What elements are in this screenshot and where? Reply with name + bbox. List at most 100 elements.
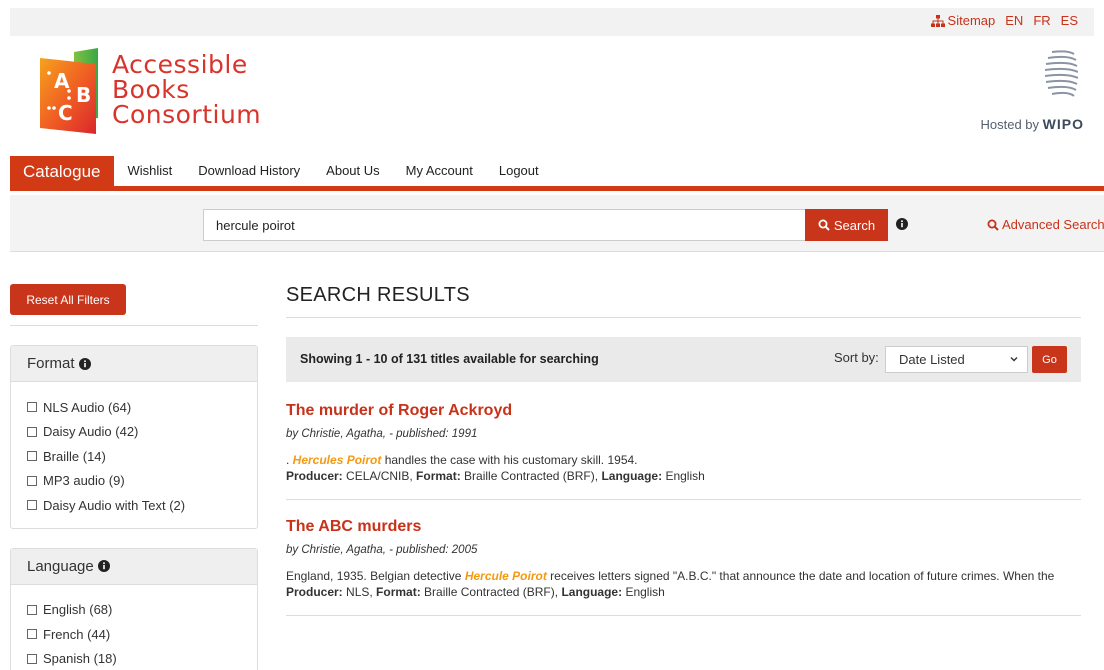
checkbox[interactable] <box>27 629 37 640</box>
checkbox[interactable] <box>27 604 37 615</box>
hosted-prefix: Hosted by <box>980 117 1040 132</box>
result-description: England, 1935. Belgian detective Hercule… <box>286 568 1081 584</box>
sitemap-icon <box>930 14 945 27</box>
format-label: Format: <box>416 469 461 483</box>
producer-value: CELA/CNIB, <box>342 469 417 483</box>
results-count: Showing 1 - 10 of 131 titles available f… <box>300 352 599 366</box>
nav-download-history[interactable]: Download History <box>198 163 300 186</box>
checkbox[interactable] <box>27 426 37 437</box>
nav-wishlist[interactable]: Wishlist <box>128 163 173 186</box>
sort-select-value: Date Listed <box>899 352 965 367</box>
logo-line-2: Books <box>112 75 190 104</box>
producer-label: Producer: <box>286 585 343 599</box>
sitemap-link[interactable]: Sitemap <box>930 13 996 28</box>
result-item: The murder of Roger Ackroyd by Christie,… <box>286 402 1081 500</box>
wipo-globe-icon <box>1044 50 1078 97</box>
page-title: SEARCH RESULTS <box>286 284 1081 318</box>
result-byline: by Christie, Agatha, - published: 2005 <box>286 544 478 556</box>
facet-format: Format NLS Audio (64) Daisy Audio (42) B… <box>10 345 258 529</box>
nav-logout[interactable]: Logout <box>499 163 539 186</box>
lang-fr-link[interactable]: FR <box>1033 13 1050 28</box>
format-value: Braille Contracted (BRF), <box>460 469 602 483</box>
language-value: English <box>662 469 705 483</box>
logo-letter-c: C <box>58 101 73 125</box>
facet-option-label: MP3 audio (9) <box>43 473 125 489</box>
logo-letter-a: A <box>54 69 70 93</box>
facet-option[interactable]: MP3 audio (9) <box>27 469 241 494</box>
desc-text: handles the case with his customary skil… <box>381 453 638 467</box>
sort-select[interactable]: Date Listed <box>885 346 1028 373</box>
sort-label: Sort by: <box>834 350 879 365</box>
result-title-link[interactable]: The murder of Roger Ackroyd <box>286 402 1081 420</box>
facet-option-label: Braille (14) <box>43 448 106 464</box>
info-icon[interactable] <box>896 218 908 230</box>
search-highlight: Hercules Poirot <box>292 453 382 467</box>
language-value: English <box>622 585 665 599</box>
logo-wordmark: Accessible Books Consortium <box>112 52 261 127</box>
abc-logo-mark: A B C <box>40 48 98 134</box>
result-metadata: Producer: CELA/CNIB, Format: Braille Con… <box>286 468 1081 484</box>
wipo-brand: WIPO <box>1042 116 1084 132</box>
info-icon[interactable] <box>78 357 91 370</box>
info-icon[interactable] <box>97 560 110 572</box>
utility-links: Sitemap EN FR ES <box>930 13 1078 28</box>
nav-about-us[interactable]: About Us <box>326 163 379 186</box>
main-nav: Catalogue Wishlist Download History Abou… <box>10 156 1104 191</box>
language-label: Language: <box>561 585 623 599</box>
search-band: Search Advanced Search <box>10 195 1104 252</box>
result-byline: by Christie, Agatha, - published: 1991 <box>286 428 478 440</box>
lang-en-link[interactable]: EN <box>1005 13 1023 28</box>
go-button[interactable]: Go <box>1032 346 1067 373</box>
facet-option-label: Spanish (18) <box>43 651 117 667</box>
facet-option[interactable]: Braille (14) <box>27 444 241 469</box>
checkbox[interactable] <box>27 500 37 511</box>
facet-option[interactable]: Daisy Audio with Text (2) <box>27 493 241 518</box>
search-button-label: Search <box>833 217 876 233</box>
result-item: The ABC murders by Christie, Agatha, - p… <box>286 518 1081 616</box>
desc-text: England, 1935. Belgian detective <box>286 569 465 583</box>
search-button[interactable]: Search <box>805 209 888 241</box>
facet-option[interactable]: English (68) <box>27 598 241 623</box>
top-utility-bar: Sitemap EN FR ES <box>10 8 1094 36</box>
abc-logo[interactable]: A B C Accessible Books Consortium <box>38 48 261 134</box>
sitemap-label: Sitemap <box>947 13 996 28</box>
result-title-link[interactable]: The ABC murders <box>286 518 1081 536</box>
format-value: Braille Contracted (BRF), <box>420 585 562 599</box>
facet-language-header[interactable]: Language <box>11 548 257 585</box>
desc-text: receives letters signed "A.B.C." that an… <box>546 569 1055 583</box>
search-icon <box>987 219 999 231</box>
search-input[interactable] <box>203 209 806 241</box>
checkbox[interactable] <box>27 451 37 462</box>
result-description: . Hercules Poirot handles the case with … <box>286 452 1081 468</box>
result-metadata: Producer: NLS, Format: Braille Contracte… <box>286 584 1081 600</box>
lang-es-link[interactable]: ES <box>1061 13 1078 28</box>
sidebar-divider <box>10 325 258 326</box>
advanced-search-link[interactable]: Advanced Search <box>987 217 1104 232</box>
checkbox[interactable] <box>27 475 37 486</box>
facet-option[interactable]: Daisy Audio (42) <box>27 420 241 445</box>
producer-label: Producer: <box>286 469 343 483</box>
checkbox[interactable] <box>27 653 37 664</box>
facet-language: Language English (68) French (44) Spanis… <box>10 547 258 670</box>
facet-option[interactable]: NLS Audio (64) <box>27 395 241 420</box>
checkbox[interactable] <box>27 402 37 413</box>
hosted-by-wipo[interactable]: Hosted by WIPO <box>950 48 1090 134</box>
format-label: Format: <box>376 585 421 599</box>
facet-option[interactable]: Spanish (18) <box>27 647 241 670</box>
chevron-down-icon <box>1010 357 1018 362</box>
facet-format-header[interactable]: Format <box>11 346 257 382</box>
search-highlight: Hercule Poirot <box>464 569 547 583</box>
facet-option-label: French (44) <box>43 626 111 642</box>
nav-my-account[interactable]: My Account <box>406 163 473 186</box>
facet-format-title: Format <box>27 355 75 372</box>
producer-value: NLS, <box>342 585 377 599</box>
facet-language-title: Language <box>27 557 94 575</box>
search-icon <box>818 219 830 231</box>
facet-option-label: Daisy Audio (42) <box>43 424 139 440</box>
facet-option-label: Daisy Audio with Text (2) <box>43 497 186 513</box>
results-main: SEARCH RESULTS Showing 1 - 10 of 131 tit… <box>286 284 1081 616</box>
facet-option[interactable]: French (44) <box>27 622 241 647</box>
nav-catalogue[interactable]: Catalogue <box>10 156 114 186</box>
reset-filters-button[interactable]: Reset All Filters <box>10 284 126 315</box>
filter-sidebar: Reset All Filters Format NLS Audio (64) … <box>10 284 258 670</box>
